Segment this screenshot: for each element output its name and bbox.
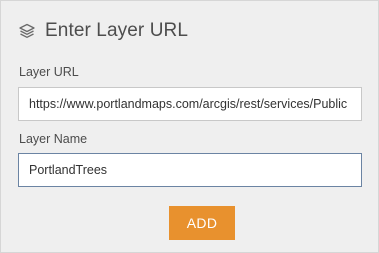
add-button[interactable]: ADD bbox=[169, 206, 235, 240]
layer-url-label: Layer URL bbox=[19, 65, 79, 79]
layer-name-label: Layer Name bbox=[19, 132, 88, 146]
panel-title: Enter Layer URL bbox=[45, 20, 189, 41]
layer-url-input[interactable] bbox=[18, 87, 362, 121]
layers-icon bbox=[18, 22, 36, 40]
panel-header: Enter Layer URL bbox=[18, 17, 188, 45]
add-layer-panel: Enter Layer URL Layer URL Layer Name ADD bbox=[0, 0, 379, 253]
layer-name-input[interactable] bbox=[18, 153, 362, 187]
